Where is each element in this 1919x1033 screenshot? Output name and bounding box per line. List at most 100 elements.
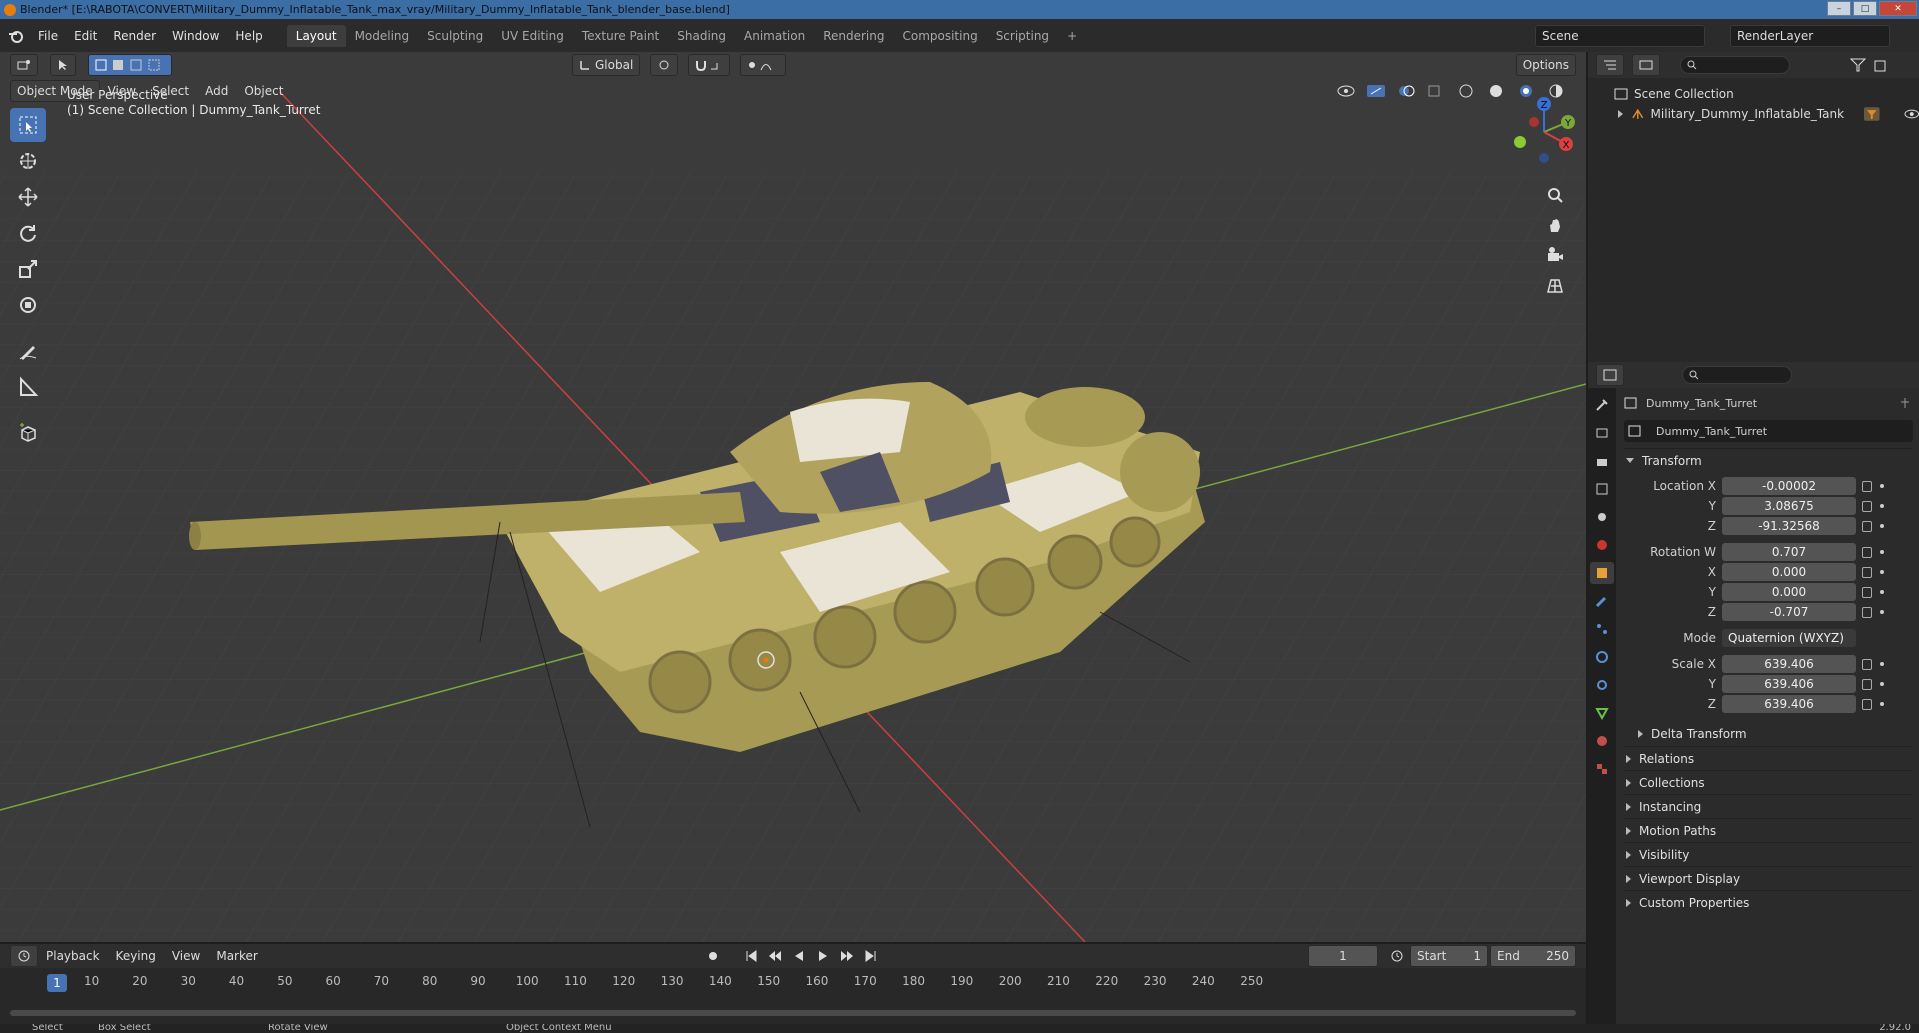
- lock-icon[interactable]: [1862, 586, 1872, 598]
- location-x-field[interactable]: -0.00002: [1722, 477, 1856, 495]
- view-layer-tab-icon[interactable]: [1590, 478, 1614, 500]
- keyframe-dot-icon[interactable]: [1880, 550, 1884, 554]
- panel-motion-paths[interactable]: Motion Paths: [1624, 818, 1913, 842]
- panel-visibility[interactable]: Visibility: [1624, 842, 1913, 866]
- zoom-icon[interactable]: [1542, 182, 1568, 208]
- jump-start-icon[interactable]: [744, 949, 758, 963]
- play-icon[interactable]: [816, 949, 830, 963]
- lock-icon[interactable]: [1862, 698, 1872, 710]
- scene-selector[interactable]: Scene: [1535, 25, 1705, 47]
- jump-keyframe-back-icon[interactable]: [768, 949, 782, 963]
- physics-tab-icon[interactable]: [1590, 646, 1614, 668]
- play-reverse-icon[interactable]: [792, 949, 806, 963]
- orthographic-grid-icon[interactable]: [1542, 272, 1568, 298]
- render-layer-selector[interactable]: RenderLayer: [1730, 25, 1890, 47]
- timeline-menu-view[interactable]: View: [164, 947, 208, 965]
- menu-edit[interactable]: Edit: [66, 26, 105, 46]
- end-frame-field[interactable]: End 250: [1490, 945, 1576, 967]
- current-frame-field[interactable]: 1: [1308, 945, 1378, 967]
- new-collection-icon[interactable]: [1874, 58, 1888, 72]
- add-workspace-button[interactable]: +: [1058, 25, 1086, 47]
- menu-file[interactable]: File: [30, 26, 66, 46]
- tab-modeling[interactable]: Modeling: [346, 25, 419, 47]
- keyframe-dot-icon[interactable]: [1880, 702, 1884, 706]
- blender-menu-icon[interactable]: [8, 29, 24, 43]
- current-frame-indicator[interactable]: 1: [47, 974, 67, 992]
- wireframe-shading-icon[interactable]: [1456, 84, 1476, 98]
- object-tab-icon[interactable]: [1590, 562, 1614, 584]
- record-icon[interactable]: [706, 949, 720, 963]
- panel-custom-properties[interactable]: Custom Properties: [1624, 890, 1913, 914]
- navigation-gizmo[interactable]: Z Y X: [1504, 92, 1584, 172]
- tool-add-cube[interactable]: [10, 416, 46, 450]
- timeline-ruler[interactable]: 10 20 30 40 50 60 70 80 90 100 110 120 130 140 150 160 1…: [10, 974, 1576, 996]
- lock-icon[interactable]: [1862, 566, 1872, 578]
- rotation-mode-dropdown[interactable]: Quaternion (WXYZ): [1722, 629, 1856, 647]
- menu-help[interactable]: Help: [227, 26, 270, 46]
- lock-icon[interactable]: [1862, 480, 1872, 492]
- expand-arrow-icon[interactable]: [1618, 110, 1623, 118]
- tool-cursor[interactable]: [10, 144, 46, 178]
- visibility-eye-icon[interactable]: [1336, 84, 1356, 98]
- tool-tab-icon[interactable]: [1590, 394, 1614, 416]
- panel-instancing[interactable]: Instancing: [1624, 794, 1913, 818]
- tool-scale[interactable]: [10, 252, 46, 286]
- particles-tab-icon[interactable]: [1590, 618, 1614, 640]
- gizmo-toggle-icon[interactable]: [1366, 84, 1386, 98]
- panel-relations[interactable]: Relations: [1624, 746, 1913, 770]
- tab-rendering[interactable]: Rendering: [814, 25, 893, 47]
- tool-measure[interactable]: [10, 370, 46, 404]
- keyframe-dot-icon[interactable]: [1880, 504, 1884, 508]
- object-name-field[interactable]: Dummy_Tank_Turret: [1624, 420, 1913, 442]
- outliner-editor-type[interactable]: [1596, 54, 1624, 76]
- lock-icon[interactable]: [1862, 678, 1872, 690]
- start-frame-field[interactable]: Start 1: [1410, 945, 1488, 967]
- rotation-y-field[interactable]: 0.000: [1722, 583, 1856, 601]
- tab-animation[interactable]: Animation: [735, 25, 814, 47]
- timeline-menu-marker[interactable]: Marker: [208, 947, 265, 965]
- tab-sculpting[interactable]: Sculpting: [418, 25, 492, 47]
- menu-render[interactable]: Render: [105, 26, 164, 46]
- snap-toggle[interactable]: [688, 54, 731, 76]
- camera-view-icon[interactable]: [1542, 242, 1568, 268]
- outliner-scene-collection[interactable]: Scene Collection: [1588, 84, 1919, 104]
- select-mode-new-button[interactable]: [88, 54, 172, 76]
- transform-orientation-dropdown[interactable]: Global: [572, 54, 641, 76]
- modifier-tab-icon[interactable]: [1590, 590, 1614, 612]
- pin-icon[interactable]: [1899, 397, 1911, 409]
- location-z-field[interactable]: -91.32568: [1722, 517, 1856, 535]
- timeline-editor-type[interactable]: [10, 945, 38, 967]
- select-tool-button[interactable]: [50, 54, 76, 76]
- proportional-edit-toggle[interactable]: [740, 54, 787, 76]
- xray-toggle-icon[interactable]: [1426, 84, 1446, 98]
- object-data-tab-icon[interactable]: [1590, 702, 1614, 724]
- lock-icon[interactable]: [1862, 500, 1872, 512]
- timeline-menu-playback[interactable]: Playback: [38, 947, 108, 965]
- properties-editor-type[interactable]: [1596, 364, 1624, 386]
- keyframe-dot-icon[interactable]: [1880, 570, 1884, 574]
- maximize-button[interactable]: □: [1853, 1, 1877, 16]
- timeline-menu-keying[interactable]: Keying: [108, 947, 164, 965]
- options-dropdown[interactable]: Options: [1515, 54, 1576, 76]
- display-mode-dropdown[interactable]: [1632, 54, 1660, 76]
- solid-shading-icon[interactable]: [1486, 84, 1506, 98]
- keyframe-dot-icon[interactable]: [1880, 484, 1884, 488]
- properties-search-input[interactable]: [1682, 366, 1792, 384]
- rotation-x-field[interactable]: 0.000: [1722, 563, 1856, 581]
- tool-transform[interactable]: [10, 288, 46, 322]
- preview-range-icon[interactable]: [1390, 949, 1404, 963]
- keyframe-dot-icon[interactable]: [1880, 590, 1884, 594]
- panel-viewport-display[interactable]: Viewport Display: [1624, 866, 1913, 890]
- viewport-menu-object[interactable]: Object: [236, 82, 291, 100]
- tab-layout[interactable]: Layout: [286, 24, 346, 47]
- scale-x-field[interactable]: 639.406: [1722, 655, 1856, 673]
- overlays-toggle-icon[interactable]: [1396, 84, 1416, 98]
- timeline-scrollbar[interactable]: [10, 1010, 1576, 1016]
- scene-tab-icon[interactable]: [1590, 506, 1614, 528]
- scale-y-field[interactable]: 639.406: [1722, 675, 1856, 693]
- editor-type-button[interactable]: [10, 54, 38, 76]
- location-y-field[interactable]: 3.08675: [1722, 497, 1856, 515]
- tab-compositing[interactable]: Compositing: [893, 25, 986, 47]
- visibility-eye-icon[interactable]: [1903, 108, 1919, 120]
- keyframe-dot-icon[interactable]: [1880, 610, 1884, 614]
